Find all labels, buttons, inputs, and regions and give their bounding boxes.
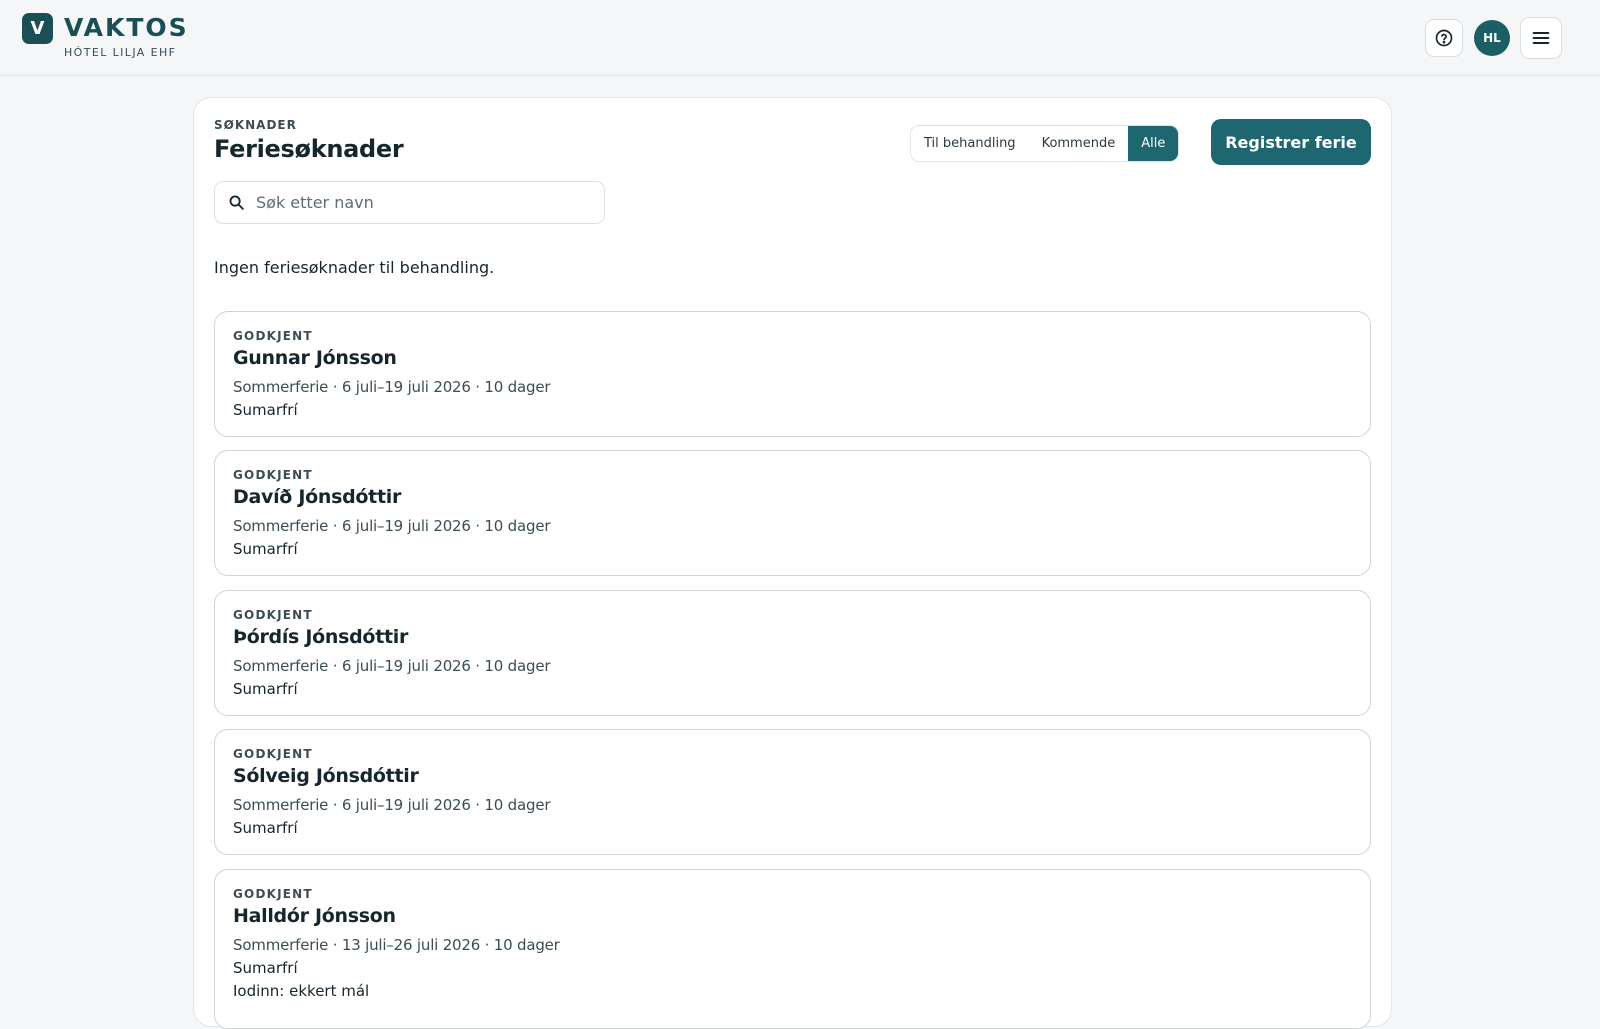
menu-button[interactable] [1520, 17, 1562, 59]
top-actions: HL [1425, 17, 1562, 59]
request-note: Sumarfrí [233, 680, 298, 698]
request-comment: Iodinn: ekkert mál [233, 982, 370, 1000]
brand[interactable]: V VAKTOS HÓTEL LILJA EHF [22, 13, 189, 59]
request-card[interactable]: GODKJENT Halldór Jónsson Sommerferie · 1… [214, 869, 1371, 1029]
request-note: Sumarfrí [233, 540, 298, 558]
request-status: GODKJENT [233, 329, 313, 343]
search-box [214, 181, 605, 224]
search-input[interactable] [256, 193, 576, 212]
filter-pending[interactable]: Til behandling [911, 126, 1029, 161]
request-card[interactable]: GODKJENT Þórdís Jónsdóttir Sommerferie ·… [214, 590, 1371, 716]
search-icon [229, 195, 244, 210]
request-note: Sumarfrí [233, 819, 298, 837]
vacation-requests-panel: SØKNADER Feriesøknader Til behandling Ko… [193, 97, 1392, 1029]
empty-pending-message: Ingen feriesøknader til behandling. [214, 258, 495, 277]
section-eyebrow: SØKNADER [214, 118, 297, 132]
help-circle-icon [1435, 29, 1453, 47]
request-note: Sumarfrí [233, 401, 298, 419]
request-card[interactable]: GODKJENT Gunnar Jónsson Sommerferie · 6 … [214, 311, 1371, 437]
top-bar: V VAKTOS HÓTEL LILJA EHF HL [0, 0, 1600, 76]
employee-name: Þórdís Jónsdóttir [233, 626, 409, 648]
request-details: Sommerferie · 6 juli–19 juli 2026 · 10 d… [233, 657, 551, 675]
employee-name: Sólveig Jónsdóttir [233, 765, 419, 787]
request-card[interactable]: GODKJENT Sólveig Jónsdóttir Sommerferie … [214, 729, 1371, 855]
user-avatar[interactable]: HL [1474, 20, 1510, 56]
help-button[interactable] [1425, 19, 1463, 57]
request-details: Sommerferie · 6 juli–19 juli 2026 · 10 d… [233, 517, 551, 535]
filter-all[interactable]: Alle [1128, 126, 1179, 161]
filter-upcoming[interactable]: Kommende [1028, 126, 1129, 161]
register-vacation-button[interactable]: Registrer ferie [1211, 119, 1371, 165]
brand-subtitle: HÓTEL LILJA EHF [64, 46, 177, 59]
employee-name: Davíð Jónsdóttir [233, 486, 402, 508]
brand-logo-mark: V [22, 13, 53, 44]
employee-name: Halldór Jónsson [233, 905, 396, 927]
request-status: GODKJENT [233, 887, 313, 901]
filter-tabs: Til behandling Kommende Alle [910, 125, 1180, 162]
request-status: GODKJENT [233, 468, 313, 482]
request-details: Sommerferie · 13 juli–26 juli 2026 · 10 … [233, 936, 560, 954]
request-card[interactable]: GODKJENT Davíð Jónsdóttir Sommerferie · … [214, 450, 1371, 576]
employee-name: Gunnar Jónsson [233, 347, 397, 369]
request-status: GODKJENT [233, 747, 313, 761]
request-status: GODKJENT [233, 608, 313, 622]
request-details: Sommerferie · 6 juli–19 juli 2026 · 10 d… [233, 796, 551, 814]
brand-name: VAKTOS [64, 13, 189, 42]
request-details: Sommerferie · 6 juli–19 juli 2026 · 10 d… [233, 378, 551, 396]
hamburger-menu-icon [1532, 31, 1550, 45]
page-title: Feriesøknader [214, 135, 404, 163]
brand-text: VAKTOS HÓTEL LILJA EHF [64, 13, 189, 59]
request-note: Sumarfrí [233, 959, 298, 977]
